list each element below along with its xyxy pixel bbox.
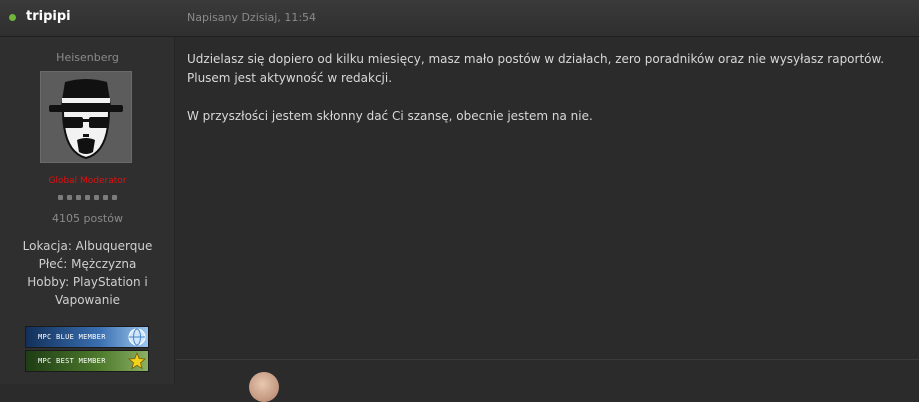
star-icon (128, 352, 146, 370)
post-paragraph: Udzielasz się dopiero od kilku miesięcy,… (187, 52, 885, 66)
author-sidebar: Heisenberg Global Moderator 4105 postów … (0, 37, 175, 384)
rank-pip (85, 195, 90, 200)
member-title: Heisenberg (56, 51, 119, 64)
rank-pip (103, 195, 108, 200)
rank-pip (67, 195, 72, 200)
rank-pip (76, 195, 81, 200)
rank-pip (94, 195, 99, 200)
post-date[interactable]: Napisany Dzisiaj, 11:54 (187, 11, 316, 24)
post-divider (176, 359, 919, 360)
next-post-avatar[interactable] (249, 372, 279, 402)
badge-label: MPC BLUE MEMBER (38, 333, 106, 341)
rank-pip (58, 195, 63, 200)
post-header: tripipi Napisany Dzisiaj, 11:54 (0, 0, 919, 37)
profile-fields: Lokacja: Albuquerque Płeć: Mężczyzna Hob… (20, 237, 155, 309)
field-hobby-cont: Vapowanie (54, 293, 121, 307)
post-count: 4105 postów (52, 212, 123, 225)
rank-pip (112, 195, 117, 200)
field-hobby: Hobby: PlayStation i (27, 275, 148, 289)
online-status-icon (9, 14, 16, 21)
post-paragraph: Plusem jest aktywność w redakcji. (187, 71, 393, 85)
field-gender: Płeć: Mężczyzna (38, 257, 137, 271)
badge-best-member: MPC BEST MEMBER (25, 350, 149, 372)
group-name: Global Moderator (48, 176, 127, 186)
badge-label: MPC BEST MEMBER (38, 357, 106, 365)
globe-icon (128, 328, 146, 346)
heisenberg-avatar-icon (41, 72, 131, 162)
badge-blue-member: MPC BLUE MEMBER (25, 326, 149, 348)
rank-pips (0, 195, 175, 200)
avatar[interactable] (40, 71, 132, 163)
post-content: Udzielasz się dopiero od kilku miesięcy,… (187, 50, 902, 126)
field-location: Lokacja: Albuquerque (22, 239, 153, 253)
post-paragraph: W przyszłości jestem skłonny dać Ci szan… (187, 109, 593, 123)
author-name-link[interactable]: tripipi (26, 9, 71, 24)
